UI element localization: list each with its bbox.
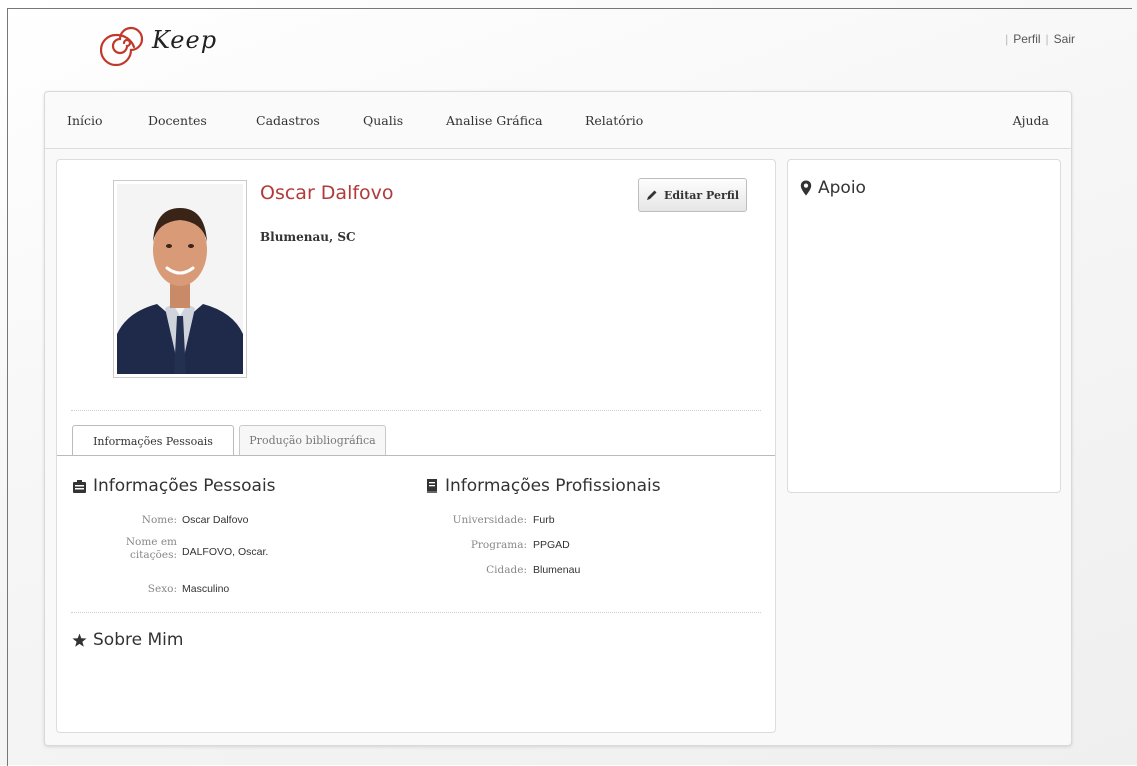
map-marker-icon: [800, 180, 812, 196]
id-card-icon: [73, 479, 86, 493]
logo-text: Keep: [152, 26, 218, 54]
edit-profile-label: Editar Perfil: [663, 188, 740, 202]
nav-item-inicio[interactable]: Início: [67, 113, 103, 128]
logout-link[interactable]: Sair: [1054, 32, 1075, 46]
spiral-logo-icon: [100, 26, 144, 66]
field-value-sexo: Masculino: [182, 583, 230, 595]
logo[interactable]: Keep: [100, 20, 240, 66]
field-value-universidade: Furb: [533, 514, 555, 526]
field-value-cidade: Blumenau: [533, 564, 581, 576]
about-title: Sobre Mim: [72, 630, 183, 650]
field-value-programa: PPGAD: [533, 539, 570, 551]
field-label-nome: Nome:: [141, 514, 177, 526]
nav-item-ajuda[interactable]: Ajuda: [1013, 113, 1049, 128]
professional-info-title: Informações Profissionais: [425, 476, 661, 496]
field-label-sexo: Sexo:: [147, 583, 177, 595]
field-label-cidade: Cidade:: [486, 564, 527, 576]
star-icon: [72, 633, 87, 647]
nav-item-relatorio[interactable]: Relatório: [585, 113, 643, 128]
book-icon: [427, 479, 437, 493]
main-container: Início Docentes Cadastros Qualis Analise…: [44, 91, 1072, 746]
field-label-universidade: Universidade:: [452, 514, 527, 526]
support-title: Apoio: [800, 178, 866, 198]
personal-info-title: Informações Pessoais: [72, 476, 276, 496]
tabs-baseline: [57, 455, 775, 456]
top-links: | Perfil | Sair: [1005, 32, 1075, 46]
separator: [71, 410, 761, 411]
top-nav: Início Docentes Cadastros Qualis Analise…: [45, 92, 1071, 149]
field-label-nome-em-citacoes: Nome em citações:: [125, 536, 177, 561]
nav-item-docentes[interactable]: Docentes: [148, 113, 207, 128]
nav-item-qualis[interactable]: Qualis: [363, 113, 403, 128]
field-label-programa: Programa:: [470, 539, 527, 551]
field-value-nome-em-citacoes: DALFOVO, Oscar.: [182, 546, 269, 558]
separator: [71, 612, 761, 613]
person-photo-icon: [117, 184, 243, 374]
tab-producao-bibliografica[interactable]: Produção bibliográfica: [239, 425, 386, 455]
tab-informacoes-pessoais[interactable]: Informações Pessoais: [72, 425, 234, 456]
support-panel: Apoio: [787, 159, 1061, 493]
nav-item-cadastros[interactable]: Cadastros: [256, 113, 320, 128]
nav-item-analise-grafica[interactable]: Analise Gráfica: [446, 113, 543, 128]
edit-profile-button[interactable]: Editar Perfil: [638, 178, 747, 212]
pencil-icon: [646, 190, 657, 200]
profile-link[interactable]: Perfil: [1013, 32, 1040, 46]
profile-panel: Oscar Dalfovo Blumenau, SC Editar Perfil…: [56, 159, 776, 733]
profile-location: Blumenau, SC: [260, 230, 356, 244]
profile-name: Oscar Dalfovo: [260, 182, 394, 204]
field-value-nome: Oscar Dalfovo: [182, 514, 249, 526]
profile-photo: [113, 180, 247, 378]
